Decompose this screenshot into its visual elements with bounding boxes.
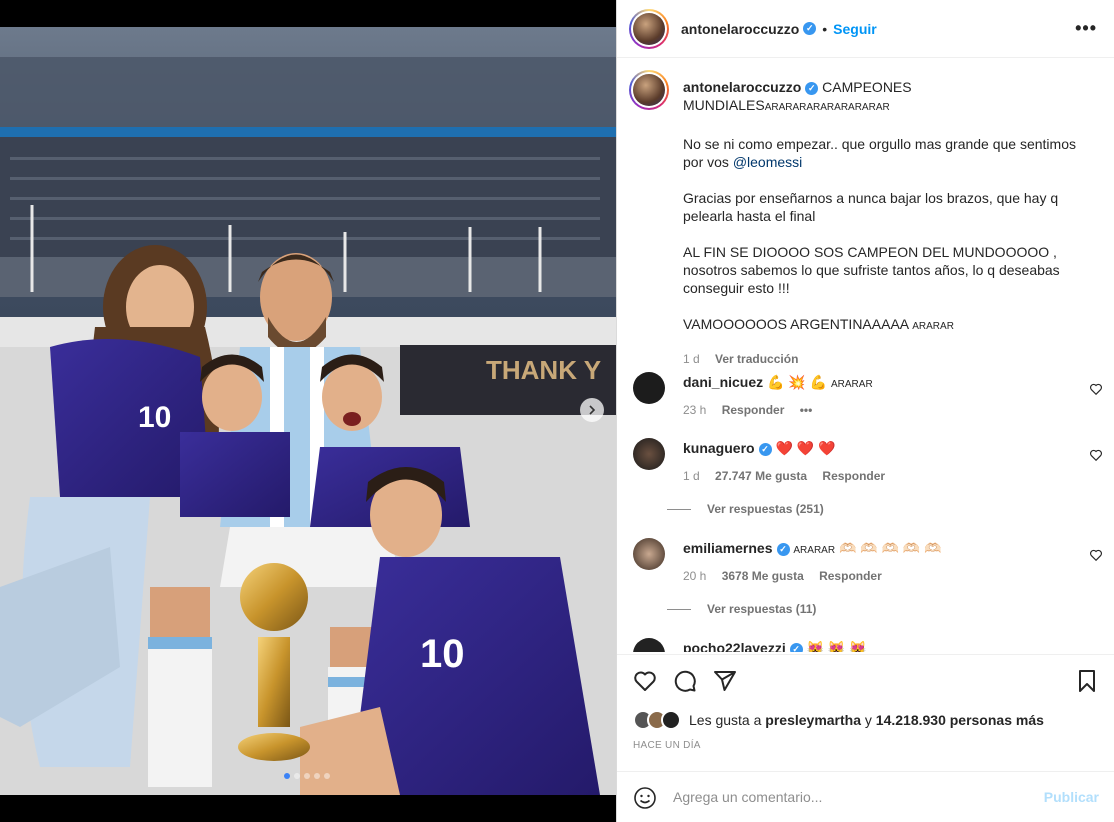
comment-avatar[interactable] xyxy=(633,538,665,570)
comment-text: 😻 😻 😻 xyxy=(806,640,867,652)
reply-button[interactable]: Responder xyxy=(822,469,885,483)
caption-username[interactable]: antonelaroccuzzo xyxy=(683,79,801,95)
more-horizontal-icon[interactable]: ••• xyxy=(1075,18,1097,39)
emoji-icon[interactable] xyxy=(633,786,657,810)
comment-text: 💪 💥 💪 xyxy=(767,374,828,390)
caption-time: 1 d xyxy=(683,352,700,366)
comment-likes[interactable]: 3678 Me gusta xyxy=(722,569,804,583)
bookmark-icon[interactable] xyxy=(1075,669,1099,693)
comment-time: 23 h xyxy=(683,403,707,417)
view-replies-label: Ver respuestas (11) xyxy=(707,602,817,616)
reply-button[interactable]: Responder xyxy=(819,569,882,583)
liker-avatar xyxy=(661,710,681,730)
add-comment-bar: Publicar xyxy=(617,771,1114,822)
like-comment-heart-icon[interactable] xyxy=(1089,448,1103,462)
verified-badge-icon: ✓ xyxy=(758,442,772,456)
caption-line2: Gracias por enseñarnos a nunca bajar los… xyxy=(683,190,1059,224)
comment-icon[interactable] xyxy=(673,669,697,693)
comment-likes[interactable]: 27.747 Me gusta xyxy=(715,469,807,483)
likes-prefix: Les gusta a xyxy=(689,712,762,728)
likes-count-link[interactable]: 14.218.930 personas más xyxy=(876,712,1044,728)
like-heart-icon[interactable] xyxy=(633,669,657,693)
comment-options-icon[interactable]: ••• xyxy=(800,403,813,417)
header-username[interactable]: antonelaroccuzzo xyxy=(681,21,799,37)
comment-time: 20 h xyxy=(683,569,707,583)
publish-button[interactable]: Publicar xyxy=(1044,789,1099,805)
comment-username[interactable]: kunaguero xyxy=(683,440,755,456)
verified-badge-icon: ✓ xyxy=(776,542,790,556)
view-replies-button[interactable]: Ver respuestas (11) xyxy=(667,602,816,616)
post-date: HACE UN DÍA xyxy=(633,740,701,751)
caption-avatar[interactable] xyxy=(629,70,669,110)
comment-text-small: ARARAR xyxy=(793,545,836,556)
comment-avatar[interactable] xyxy=(633,638,665,652)
separator-dot: • xyxy=(822,20,828,37)
likes-summary: Les gusta a presleymartha y 14.218.930 p… xyxy=(633,710,1044,730)
carousel-dot xyxy=(294,773,300,779)
reply-button[interactable]: Responder xyxy=(722,403,785,417)
caption-title-small: ARARARARARARARARAR xyxy=(764,102,890,113)
avatar[interactable] xyxy=(629,8,669,49)
comment-text: 🫶🏻 🫶🏻 🫶🏻 🫶🏻 🫶🏻 xyxy=(838,540,942,556)
comment-input[interactable] xyxy=(673,786,1033,808)
view-replies-label: Ver respuestas (251) xyxy=(707,502,824,516)
comments-scroll-area[interactable]: antonelaroccuzzo ✓ CAMPEONES MUNDIALESARA… xyxy=(617,58,1114,652)
action-bar xyxy=(617,654,1114,706)
caption-text: antonelaroccuzzo ✓ CAMPEONES MUNDIALESARA… xyxy=(683,78,1093,368)
like-comment-heart-icon[interactable] xyxy=(1089,382,1103,396)
comment-username[interactable]: emiliamernes xyxy=(683,540,773,556)
svg-text:10: 10 xyxy=(138,401,171,434)
caption-line4-small: ARARAR xyxy=(912,321,954,332)
carousel-dot xyxy=(304,773,310,779)
follow-button[interactable]: Seguir xyxy=(833,21,877,37)
photo-illustration: THANK Y 10 10 xyxy=(0,27,616,795)
caption-line4: VAMOOOOOOS ARGENTINAAAAA xyxy=(683,316,909,332)
post-side-panel: antonelaroccuzzo ✓ • Seguir ••• antonela… xyxy=(616,0,1114,822)
verified-badge-icon: ✓ xyxy=(803,22,817,35)
post-header: antonelaroccuzzo ✓ • Seguir ••• xyxy=(617,0,1114,58)
likes-user-link[interactable]: presleymartha xyxy=(765,712,861,728)
comment-text-small: ARARAR xyxy=(831,379,873,390)
view-replies-button[interactable]: Ver respuestas (251) xyxy=(667,502,824,516)
banner-text: THANK Y xyxy=(486,355,601,385)
comment-username[interactable]: pocho22lavezzi xyxy=(683,640,786,652)
comment-text: ❤️ ❤️ ❤️ xyxy=(775,440,836,456)
carousel-dot xyxy=(284,773,290,779)
verified-badge-icon: ✓ xyxy=(789,642,803,652)
verified-badge-icon: ✓ xyxy=(805,81,819,95)
svg-text:10: 10 xyxy=(420,632,465,676)
instagram-post-modal: THANK Y 10 10 antonelaroccuzzo ✓ • Segui… xyxy=(0,0,1114,822)
carousel-dot xyxy=(324,773,330,779)
comment-avatar[interactable] xyxy=(633,372,665,404)
comment-avatar[interactable] xyxy=(633,438,665,470)
comment-time: 1 d xyxy=(683,469,700,483)
comment-username[interactable]: dani_nicuez xyxy=(683,374,763,390)
carousel-dot xyxy=(314,773,320,779)
translate-button[interactable]: Ver traducción xyxy=(715,352,798,366)
caption-line3: AL FIN SE DIOOOO SOS CAMPEON DEL MUNDOOO… xyxy=(683,244,1060,296)
mention-link[interactable]: @leomessi xyxy=(733,154,802,170)
likes-and: y xyxy=(864,712,872,728)
next-photo-button[interactable] xyxy=(580,398,604,422)
share-send-icon[interactable] xyxy=(713,669,737,693)
post-photo[interactable]: THANK Y 10 10 xyxy=(0,27,616,795)
carousel-dots xyxy=(284,773,330,779)
like-comment-heart-icon[interactable] xyxy=(1089,548,1103,562)
chevron-right-icon xyxy=(589,405,596,415)
